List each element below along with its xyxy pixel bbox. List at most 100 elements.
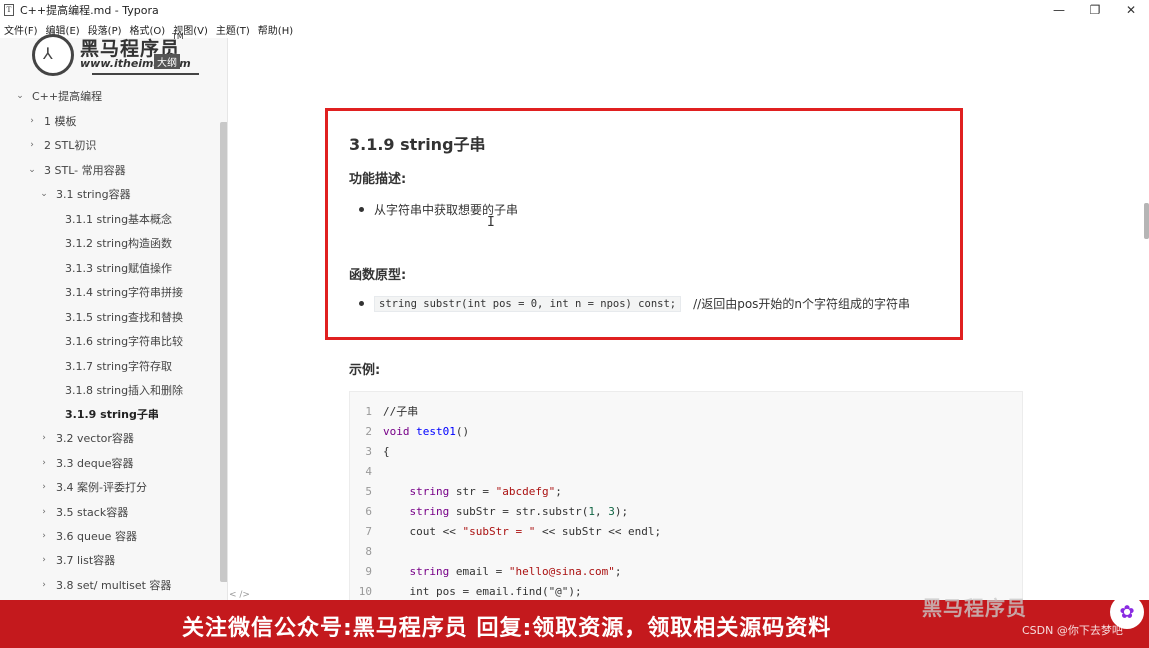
proto-comment: //返回由pos开始的n个字符组成的字符串: [693, 297, 911, 311]
chevron-right-icon[interactable]: ›: [38, 482, 50, 492]
maximize-button[interactable]: ❐: [1077, 0, 1113, 20]
title-bar: T C++提高编程.md - Typora — ❐ ✕: [0, 0, 1149, 20]
chevron-right-icon[interactable]: ›: [38, 531, 50, 541]
code-text: string email = "hello@sina.com";: [409, 564, 622, 578]
toc-label: 3.5 stack容器: [56, 506, 129, 519]
toc-item-3-1-9-active[interactable]: 3.1.9 string子串: [65, 406, 159, 422]
toc-item-queue[interactable]: › 3.6 queue 容器: [38, 528, 137, 544]
outline-tab-underline: [92, 73, 199, 75]
toc-item-3-1-7[interactable]: 3.1.7 string字符存取: [65, 358, 172, 374]
chevron-right-icon[interactable]: ›: [38, 458, 50, 468]
proto-inline-code: string substr(int pos = 0, int n = npos)…: [374, 295, 682, 312]
proto-bullet: string substr(int pos = 0, int n = npos)…: [359, 295, 910, 312]
logo-icon: ⅄: [32, 34, 74, 76]
func-desc-text: 从字符串中获取想要的子串: [374, 203, 519, 217]
window-controls: — ❐ ✕: [1041, 0, 1149, 20]
toc-label: 3.7 list容器: [56, 554, 116, 567]
chevron-down-icon[interactable]: ⌄: [38, 189, 50, 199]
example-heading: 示例:: [349, 363, 381, 378]
toc-label: 3.1 string容器: [56, 188, 131, 201]
code-line: 6 string subStr = str.substr(1, 3);: [365, 504, 629, 518]
code-text: void test01(): [383, 424, 470, 438]
toc-label: 1 模板: [44, 115, 77, 128]
toc-item-3-1-8[interactable]: 3.1.8 string插入和删除: [65, 382, 183, 398]
code-line: 4: [365, 464, 372, 478]
toc-label: 3.6 queue 容器: [56, 530, 137, 543]
outline-tab[interactable]: 大纲: [154, 54, 180, 69]
toc-label: 3.1.2 string构造函数: [65, 237, 173, 250]
toc-label: 3.1.4 string字符串拼接: [65, 286, 184, 299]
code-line: 1//子串: [365, 404, 419, 419]
outline-sidebar: ⌄ C++提高编程 › 1 模板 › 2 STL初识 ⌄ 3 STL- 常用容器…: [0, 38, 228, 600]
toc-item-3-1-4[interactable]: 3.1.4 string字符串拼接: [65, 284, 183, 300]
code-line: 8: [365, 544, 372, 558]
watermark-brand: 黑马程序员: [922, 596, 1027, 620]
toc-label: 3.3 deque容器: [56, 457, 134, 470]
toc-label: 3.1.6 string字符串比较: [65, 335, 184, 348]
banner-text: 关注微信公众号:黑马程序员 回复:领取资源，领取相关源码资料: [182, 616, 832, 641]
toc-label: 3.1.3 string赋值操作: [65, 262, 173, 275]
code-block[interactable]: 1//子串 2 void test01() 3{ 4 5 string str =…: [349, 391, 1023, 600]
floating-bubble: [1100, 560, 1146, 590]
toc-item-vector[interactable]: › 3.2 vector容器: [38, 430, 134, 446]
code-line: 3{: [365, 444, 390, 458]
toc-label: 3.2 vector容器: [56, 432, 134, 445]
toc-label: 3.1.5 string查找和替换: [65, 311, 184, 324]
code-line: 9 string email = "hello@sina.com";: [365, 564, 622, 578]
toc-label: 3 STL- 常用容器: [44, 164, 126, 177]
proto-heading: 函数原型:: [349, 268, 407, 283]
heima-logo: ⅄ 黑马程序员 TM www.itheima.com 大纲: [32, 32, 202, 76]
bullet-dot: [359, 207, 364, 212]
toc-item-deque[interactable]: › 3.3 deque容器: [38, 455, 133, 471]
toc-item-3-1-1[interactable]: 3.1.1 string基本概念: [65, 211, 172, 227]
toc-item-3-1-3[interactable]: 3.1.3 string赋值操作: [65, 260, 172, 276]
toc-item-string[interactable]: ⌄ 3.1 string容器: [38, 186, 131, 202]
bullet-dot: [359, 301, 364, 306]
toc-item-templates[interactable]: › 1 模板: [26, 113, 77, 129]
code-line: 5 string str = "abcdefg";: [365, 484, 562, 498]
chevron-right-icon[interactable]: ›: [38, 580, 50, 590]
toc-label: 3.8 set/ multiset 容器: [56, 579, 172, 592]
chevron-right-icon[interactable]: ›: [38, 433, 50, 443]
toc-label: 3.1.7 string字符存取: [65, 360, 173, 373]
chevron-right-icon[interactable]: ›: [26, 140, 38, 150]
menu-theme[interactable]: 主题(T): [216, 22, 250, 37]
toc-item-stl-containers[interactable]: ⌄ 3 STL- 常用容器: [26, 162, 126, 178]
chevron-right-icon[interactable]: ›: [26, 116, 38, 126]
chevron-right-icon[interactable]: ›: [38, 507, 50, 517]
typora-app-icon: T: [4, 4, 14, 16]
chevron-down-icon[interactable]: ⌄: [14, 91, 26, 101]
editor-scrollbar[interactable]: [1144, 203, 1149, 239]
toc-item-stl-intro[interactable]: › 2 STL初识: [26, 137, 96, 153]
source-mode-toggle[interactable]: < />: [229, 590, 250, 600]
toc-item-judge-case[interactable]: › 3.4 案例-评委打分: [38, 479, 147, 495]
toc-label: 2 STL初识: [44, 139, 97, 152]
toc-item-3-1-2[interactable]: 3.1.2 string构造函数: [65, 235, 172, 251]
section-heading: 3.1.9 string子串: [349, 135, 486, 154]
chevron-right-icon[interactable]: ›: [38, 555, 50, 565]
chevron-down-icon[interactable]: ⌄: [26, 165, 38, 175]
toc-item-list[interactable]: › 3.7 list容器: [38, 552, 115, 568]
editor-area[interactable]: 3.1.9 string子串 功能描述: 从字符串中获取想要的子串 I 函数原型…: [229, 38, 1149, 600]
toc-item-set[interactable]: › 3.8 set/ multiset 容器: [38, 577, 171, 593]
code-line: 2 void test01(): [365, 424, 470, 438]
toc-item-3-1-6[interactable]: 3.1.6 string字符串比较: [65, 333, 183, 349]
toc-item-stack[interactable]: › 3.5 stack容器: [38, 504, 128, 520]
sidebar-scrollbar[interactable]: [220, 122, 227, 582]
minimize-button[interactable]: —: [1041, 0, 1077, 20]
code-text: cout << "subStr = " << subStr << endl;: [383, 524, 662, 538]
toc-label: 3.1.1 string基本概念: [65, 213, 173, 226]
close-button[interactable]: ✕: [1113, 0, 1149, 20]
window-title: C++提高编程.md - Typora: [20, 4, 159, 17]
code-line: 7 cout << "subStr = " << subStr << endl;: [365, 524, 662, 538]
menu-help[interactable]: 帮助(H): [258, 22, 293, 37]
toc-label: 3.1.8 string插入和删除: [65, 384, 184, 397]
text-cursor-icon: I: [487, 215, 495, 230]
watermark-site: CSDN @你下去梦吧: [1022, 624, 1123, 637]
func-desc-heading: 功能描述:: [349, 172, 407, 187]
code-text: string subStr = str.substr(1, 3);: [409, 504, 629, 518]
toc-item-3-1-5[interactable]: 3.1.5 string查找和替换: [65, 309, 183, 325]
logo-tm: TM: [172, 32, 184, 41]
toc-item-root[interactable]: ⌄ C++提高编程: [14, 88, 102, 104]
code-text: string str = "abcdefg";: [409, 484, 562, 498]
